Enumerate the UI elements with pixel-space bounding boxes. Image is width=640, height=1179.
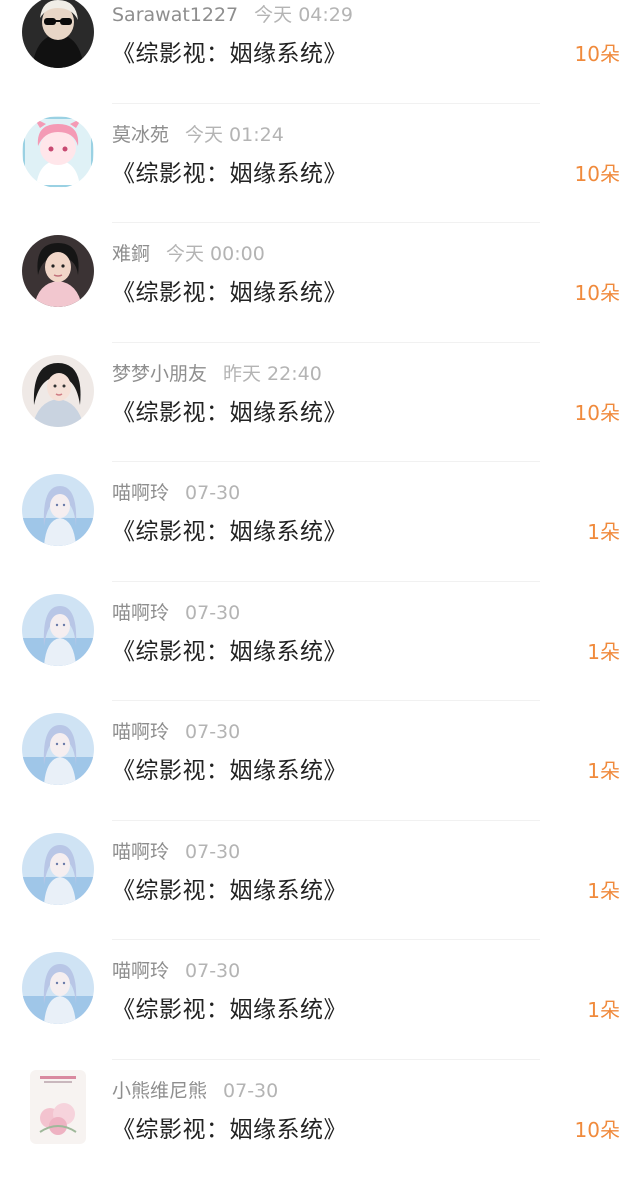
book-title[interactable]: 《综影视：姻缘系统》 [112, 393, 347, 427]
item-meta: 喵啊玲 07-30 [112, 837, 240, 864]
username[interactable]: 莫冰苑 [112, 124, 169, 146]
item-meta: 难錒今天 00:00 [112, 239, 265, 266]
timestamp: 07-30 [185, 721, 240, 743]
timestamp: 今天 04:29 [254, 4, 353, 26]
book-title[interactable]: 《综影视：姻缘系统》 [112, 632, 347, 666]
avatar[interactable] [30, 1070, 86, 1144]
item-meta: 喵啊玲 07-30 [112, 598, 240, 625]
avatar[interactable] [22, 594, 94, 666]
girl-portrait-dark-icon [22, 235, 94, 307]
gift-count: 1朵 [587, 636, 620, 665]
book-title[interactable]: 《综影视：姻缘系统》 [112, 154, 347, 188]
pink-anime-character-icon [22, 116, 94, 188]
avatar[interactable] [22, 474, 94, 546]
list-item[interactable]: 喵啊玲 07-30 《综影视：姻缘系统》 1朵 [0, 582, 640, 702]
list-item[interactable]: 喵啊玲 07-30 《综影视：姻缘系统》 1朵 [0, 701, 640, 821]
username[interactable]: 喵啊玲 [112, 841, 169, 863]
avatar[interactable] [22, 952, 94, 1024]
item-meta: 喵啊玲 07-30 [112, 478, 240, 505]
girl-portrait-light-icon [22, 355, 94, 427]
timestamp: 07-30 [185, 960, 240, 982]
gift-count: 10朵 [575, 38, 620, 67]
book-title[interactable]: 《综影视：姻缘系统》 [112, 751, 347, 785]
avatar[interactable] [22, 235, 94, 307]
book-title[interactable]: 《综影视：姻缘系统》 [112, 871, 347, 905]
username[interactable]: 喵啊玲 [112, 482, 169, 504]
gift-count: 10朵 [575, 158, 620, 187]
timestamp: 昨天 22:40 [223, 363, 322, 385]
avatar[interactable] [22, 116, 94, 188]
timestamp: 今天 01:24 [185, 124, 284, 146]
blue-anime-girl-icon [22, 952, 94, 1024]
username[interactable]: 难錒 [112, 243, 150, 265]
blue-anime-girl-icon [22, 474, 94, 546]
book-title[interactable]: 《综影视：姻缘系统》 [112, 990, 347, 1024]
list-item[interactable]: 难錒今天 00:00 《综影视：姻缘系统》 10朵 [0, 223, 640, 343]
item-meta: 小熊维尼熊 07-30 [112, 1076, 278, 1103]
timestamp: 07-30 [185, 482, 240, 504]
list-item[interactable]: 莫冰苑今天 01:24 《综影视：姻缘系统》 10朵 [0, 104, 640, 224]
item-meta: Sarawat1227 今天 04:29 [112, 0, 353, 27]
list-item[interactable]: 喵啊玲 07-30 《综影视：姻缘系统》 1朵 [0, 940, 640, 1060]
item-meta: 喵啊玲 07-30 [112, 717, 240, 744]
book-title[interactable]: 《综影视：姻缘系统》 [112, 1110, 347, 1144]
timestamp: 今天 00:00 [166, 243, 265, 265]
timestamp: 07-30 [223, 1080, 278, 1102]
pink-flowers-card-icon [30, 1070, 86, 1144]
list-item[interactable]: 喵啊玲 07-30 《综影视：姻缘系统》 1朵 [0, 462, 640, 582]
avatar[interactable] [22, 833, 94, 905]
gift-count: 10朵 [575, 277, 620, 306]
gift-record-list: Sarawat1227今天 04:29 《综影视：姻缘系统》 10朵 莫冰苑今天… [0, 0, 640, 1179]
username[interactable]: 喵啊玲 [112, 721, 169, 743]
username[interactable]: 喵啊玲 [112, 960, 169, 982]
avatar[interactable] [22, 0, 94, 68]
gift-count: 1朵 [587, 994, 620, 1023]
item-meta: 梦梦小朋友昨天 22:40 [112, 359, 322, 386]
item-meta: 莫冰苑今天 01:24 [112, 120, 284, 147]
list-item[interactable]: Sarawat1227 今天 04:29 《综影视：姻缘系统》 10朵 [0, 0, 640, 104]
dark-sunglasses-portrait-icon [22, 0, 94, 68]
list-item[interactable]: 小熊维尼熊 07-30 《综影视：姻缘系统》 10朵 [0, 1060, 640, 1179]
username[interactable]: 梦梦小朋友 [112, 363, 207, 385]
gift-count: 1朵 [587, 516, 620, 545]
gift-count: 10朵 [575, 1114, 620, 1143]
blue-anime-girl-icon [22, 833, 94, 905]
gift-count: 10朵 [575, 397, 620, 426]
book-title[interactable]: 《综影视：姻缘系统》 [112, 512, 347, 546]
blue-anime-girl-icon [22, 594, 94, 666]
timestamp: 07-30 [185, 841, 240, 863]
avatar[interactable] [22, 355, 94, 427]
item-meta: 喵啊玲 07-30 [112, 956, 240, 983]
book-title[interactable]: 《综影视：姻缘系统》 [112, 34, 347, 68]
avatar[interactable] [22, 713, 94, 785]
username[interactable]: 喵啊玲 [112, 602, 169, 624]
list-item[interactable]: 喵啊玲 07-30 《综影视：姻缘系统》 1朵 [0, 821, 640, 941]
gift-count: 1朵 [587, 875, 620, 904]
book-title[interactable]: 《综影视：姻缘系统》 [112, 273, 347, 307]
list-item[interactable]: 梦梦小朋友昨天 22:40 《综影视：姻缘系统》 10朵 [0, 343, 640, 463]
username[interactable]: 小熊维尼熊 [112, 1080, 207, 1102]
gift-count: 1朵 [587, 755, 620, 784]
blue-anime-girl-icon [22, 713, 94, 785]
timestamp: 07-30 [185, 602, 240, 624]
username[interactable]: Sarawat1227 [112, 4, 238, 26]
